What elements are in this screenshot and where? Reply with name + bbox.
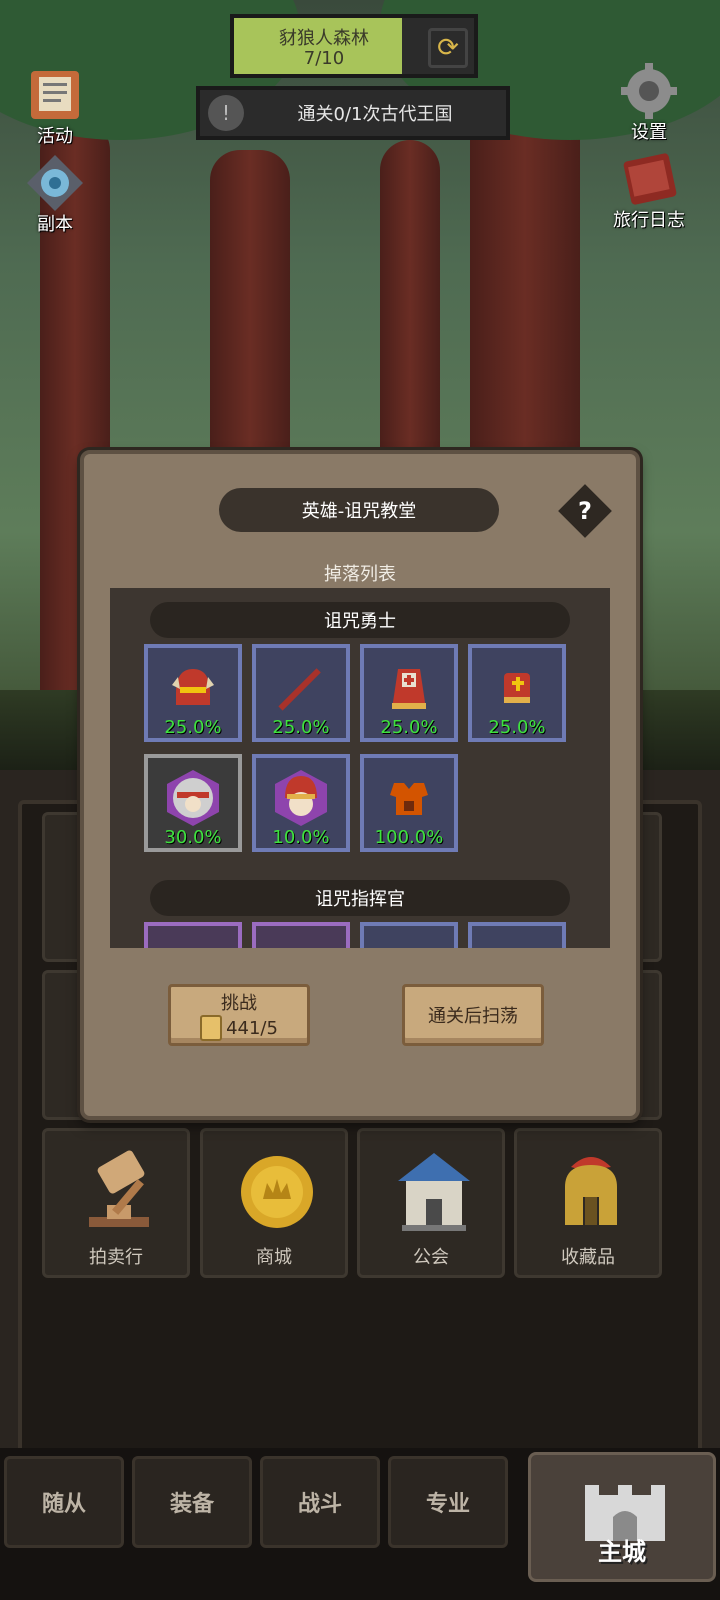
sweep-button[interactable]: 通关后扫荡 [402,984,544,1046]
spartan-helmet-icon [551,1147,631,1237]
stage-progress-box[interactable]: 豺狼人森林 7/10 ⟳ [230,14,478,78]
journal-book-icon [614,146,684,212]
building-label: 拍卖行 [89,1247,143,1268]
side-label: 设置 [631,122,667,143]
drop-chance: 25.0% [380,717,438,738]
helmet-icon [163,658,223,718]
stage-name: 豺狼人森林 [279,28,369,49]
tab-battle[interactable]: 战斗 [260,1456,380,1548]
challenge-cost: 441/5 [226,1017,278,1039]
robe-icon [379,658,439,718]
question-icon: ? [578,497,592,525]
side-button-activity[interactable]: 活动 [10,62,100,148]
guild-house-icon [394,1147,474,1237]
glove-icon [487,658,547,718]
drop-item-slot[interactable]: 25.0% [144,644,242,742]
side-label: 旅行日志 [613,210,685,231]
tab-main-city-label: 主城 [598,1538,646,1566]
drop-item-slot[interactable]: 25.0% [252,644,350,742]
side-label: 活动 [37,126,73,147]
ticket-scroll-icon [200,1015,223,1041]
drop-list-panel[interactable]: 诅咒勇士 25.0% 25.0% 25.0% 25.0% 30.0% 10.0%… [110,588,610,948]
building-label: 商城 [256,1247,292,1268]
tab-equipment[interactable]: 装备 [132,1456,252,1548]
building-label: 公会 [413,1247,449,1268]
drop-chance: 30.0% [164,827,222,848]
drop-chance: 25.0% [272,717,330,738]
tab-followers[interactable]: 随从 [4,1456,124,1548]
tab-main-city[interactable]: 主城 [528,1452,716,1582]
staff-icon [271,658,331,718]
quest-text: 通关0/1次古代王国 [297,104,453,125]
drop-item-slot[interactable] [468,922,566,948]
side-button-dungeon[interactable]: 副本 [10,150,100,236]
drop-item-slot[interactable]: 30.0% [144,754,242,852]
gear-icon [614,58,684,124]
drop-list-label: 掉落列表 [324,564,396,585]
drop-item-slot[interactable]: 10.0% [252,754,350,852]
dialog-title: 英雄-诅咒教堂 [219,488,499,532]
gavel-icon [79,1147,159,1237]
building-auction[interactable]: 拍卖行 [42,1128,190,1278]
tab-profession[interactable]: 专业 [388,1456,508,1548]
side-button-settings[interactable]: 设置 [604,58,694,144]
side-label: 副本 [37,214,73,235]
challenge-label: 挑战 [221,993,257,1014]
hero-portrait-warrior-icon [271,768,331,828]
drop-item-slot[interactable]: 25.0% [468,644,566,742]
armor-icon [379,768,439,828]
exclamation-icon: ! [208,95,244,131]
building-guild[interactable]: 公会 [357,1128,505,1278]
building-collection[interactable]: 收藏品 [514,1128,662,1278]
drop-item-slot[interactable] [360,922,458,948]
drop-chance: 10.0% [272,827,330,848]
drop-item-slot[interactable] [252,922,350,948]
drop-item-slot[interactable]: 100.0% [360,754,458,852]
drop-item-slot[interactable]: 25.0% [360,644,458,742]
dungeon-portal-icon [20,150,90,216]
stage-progress-text: 7/10 [303,48,345,69]
activity-scroll-icon [20,62,90,128]
sweep-label: 通关后扫荡 [428,1006,518,1027]
drop-chance: 25.0% [488,717,546,738]
drop-item-slot[interactable] [144,922,242,948]
challenge-button[interactable]: 挑战 441/5 [168,984,310,1046]
gold-coin-icon [237,1147,317,1237]
drop-chance: 25.0% [164,717,222,738]
help-button[interactable]: ? [558,484,612,538]
side-button-journal[interactable]: 旅行日志 [604,146,694,232]
group-header: 诅咒勇士 [150,602,570,638]
quest-bar[interactable]: ! 通关0/1次古代王国 [196,86,510,140]
drop-chance: 100.0% [374,827,444,848]
group-header: 诅咒指挥官 [150,880,570,916]
cost-row: 441/5 [200,1015,278,1041]
bottom-nav: 随从 装备 战斗 专业 主城 [0,1448,720,1600]
building-shop[interactable]: 商城 [200,1128,348,1278]
drop-list-dialog: 英雄-诅咒教堂 ? 掉落列表 诅咒勇士 25.0% 25.0% 25.0% 25… [80,450,640,1120]
refresh-arrows-icon[interactable]: ⟳ [428,28,468,68]
hero-portrait-hooded-icon [163,768,223,828]
building-label: 收藏品 [561,1247,615,1268]
